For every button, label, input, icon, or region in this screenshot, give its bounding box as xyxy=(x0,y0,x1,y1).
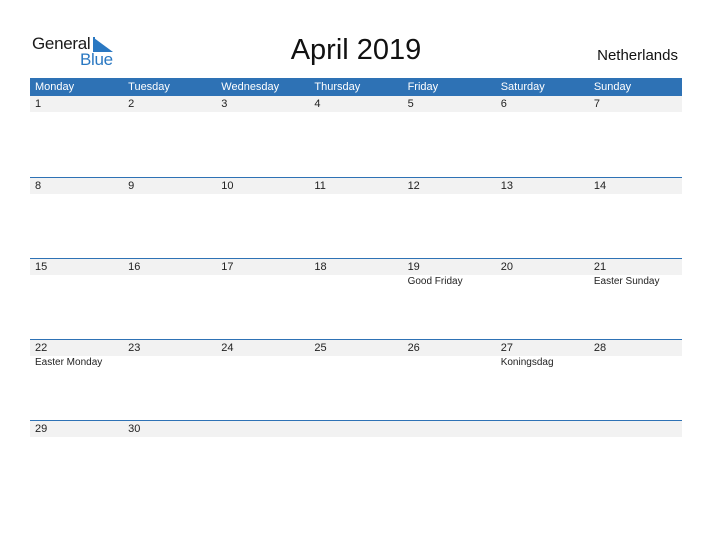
day-cell: 7 xyxy=(588,96,682,177)
weekday-wednesday: Wednesday xyxy=(221,81,280,93)
day-cell: 27 Koningsdag xyxy=(495,340,589,420)
day-number: 5 xyxy=(402,96,496,112)
day-number: 26 xyxy=(402,340,496,356)
day-cell: 29 xyxy=(30,421,124,501)
day-cell: 1 xyxy=(30,96,124,177)
weekday-tuesday: Tuesday xyxy=(128,81,170,93)
day-cell xyxy=(402,421,496,501)
day-number: 21 xyxy=(588,259,682,275)
weekday-header: Monday Tuesday Wednesday Thursday Friday… xyxy=(30,78,682,96)
day-number: 23 xyxy=(123,340,217,356)
day-cell xyxy=(216,421,310,501)
day-number xyxy=(402,421,496,437)
day-number: 9 xyxy=(123,178,217,194)
weekday-sunday: Sunday xyxy=(593,81,632,93)
day-number: 20 xyxy=(495,259,589,275)
weekday-monday: Monday xyxy=(35,81,75,93)
day-number: 19 xyxy=(402,259,496,275)
holiday-label: Good Friday xyxy=(407,276,463,287)
day-number: 15 xyxy=(30,259,124,275)
day-number xyxy=(216,421,310,437)
weekday-friday: Friday xyxy=(407,81,439,93)
day-cell: 15 xyxy=(30,259,124,339)
week-row: 22 Easter Monday 23 24 25 26 27 Koningsdag 28 xyxy=(30,339,682,420)
day-cell: 6 xyxy=(495,96,589,177)
day-number xyxy=(588,421,682,437)
day-cell: 10 xyxy=(216,178,310,258)
day-cell xyxy=(588,421,682,501)
week-row: 29 30 xyxy=(30,420,682,501)
day-cell xyxy=(309,421,403,501)
day-cell: 18 xyxy=(309,259,403,339)
week-row: 15 16 17 18 19 Good Friday 20 21 Easter Sunday xyxy=(30,258,682,339)
day-number: 22 xyxy=(30,340,124,356)
day-number: 28 xyxy=(588,340,682,356)
day-number xyxy=(309,421,403,437)
day-number: 24 xyxy=(216,340,310,356)
day-number: 11 xyxy=(309,178,403,194)
day-number: 14 xyxy=(588,178,682,194)
day-cell: 3 xyxy=(216,96,310,177)
day-cell: 14 xyxy=(588,178,682,258)
day-cell: 11 xyxy=(309,178,403,258)
day-cell: 19 Good Friday xyxy=(402,259,496,339)
day-number: 18 xyxy=(309,259,403,275)
day-number: 3 xyxy=(216,96,310,112)
day-number: 25 xyxy=(309,340,403,356)
weekday-saturday: Saturday xyxy=(500,81,545,93)
day-cell: 23 xyxy=(123,340,217,420)
day-number: 13 xyxy=(495,178,589,194)
day-number: 17 xyxy=(216,259,310,275)
day-cell: 30 xyxy=(123,421,217,501)
day-cell: 25 xyxy=(309,340,403,420)
week-row: 1234567 xyxy=(30,96,682,177)
weeks-container: 1 2 3 4 5 6 7 8 9 10 11 12 13 14 15 16 17 18 19 Good Friday… xyxy=(30,96,682,501)
day-cell: 12 xyxy=(402,178,496,258)
day-cell: 24 xyxy=(216,340,310,420)
day-cell: 5 xyxy=(402,96,496,177)
day-number: 16 xyxy=(123,259,217,275)
day-cell: 16 xyxy=(123,259,217,339)
week-row: 8 9 10 11 12 13 14 xyxy=(30,177,682,258)
day-number: 30 xyxy=(123,421,217,437)
weekday-thursday: Thursday xyxy=(314,81,361,93)
day-cell: 9 xyxy=(123,178,217,258)
country-label: Netherlands xyxy=(597,47,678,64)
day-cell: 20 xyxy=(495,259,589,339)
day-number: 27 xyxy=(495,340,589,356)
day-number: 12 xyxy=(402,178,496,194)
holiday-label: Easter Monday xyxy=(35,357,103,368)
day-cell: 13 xyxy=(495,178,589,258)
holiday-label: Easter Sunday xyxy=(593,276,660,287)
day-cell: 22 Easter Monday xyxy=(30,340,124,420)
day-cell: 17 xyxy=(216,259,310,339)
calendar-grid: Monday Tuesday Wednesday Thursday Friday… xyxy=(30,78,682,501)
day-number xyxy=(495,421,589,437)
day-cell xyxy=(495,421,589,501)
day-number: 2 xyxy=(123,96,217,112)
day-cell: 21 Easter Sunday xyxy=(588,259,682,339)
day-number: 7 xyxy=(588,96,682,112)
day-number: 8 xyxy=(30,178,124,194)
day-cell: 28 xyxy=(588,340,682,420)
day-cell: 26 xyxy=(402,340,496,420)
day-number: 4 xyxy=(309,96,403,112)
day-number: 1 xyxy=(30,96,124,112)
day-cell: 8 xyxy=(30,178,124,258)
day-number: 6 xyxy=(495,96,589,112)
day-number: 10 xyxy=(216,178,310,194)
day-cell: 4 xyxy=(309,96,403,177)
day-number: 29 xyxy=(30,421,124,437)
day-cell: 2 xyxy=(123,96,217,177)
holiday-label: Koningsdag xyxy=(500,357,554,368)
